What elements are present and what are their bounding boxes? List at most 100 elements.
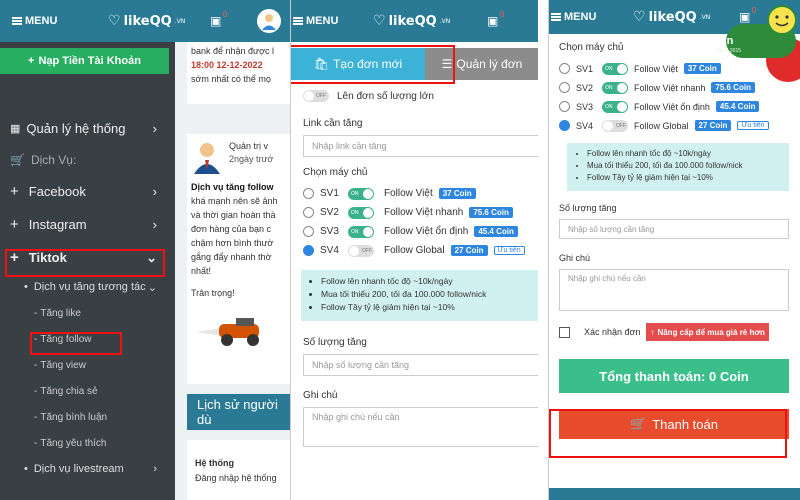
sidebar-subgroup-livestream[interactable]: • Dịch vụ livestream › bbox=[0, 456, 175, 482]
menu-button[interactable]: MENU bbox=[551, 11, 596, 23]
sidebar-subgroup-interaction[interactable]: • Dịch vụ tăng tương tác ⌄ bbox=[0, 274, 175, 300]
sidebar-sub-comment[interactable]: - Tăng bình luận bbox=[0, 404, 175, 430]
sub-label: Tăng view bbox=[40, 359, 86, 371]
notice-body: chậm hơn bình thườ bbox=[191, 238, 274, 248]
total-button[interactable]: Tổng thanh toán: 0 Coin bbox=[559, 359, 789, 393]
server-desc: Follow Việt ổn định bbox=[384, 226, 469, 237]
site-logo[interactable]: ♡ likeQQ .VN bbox=[633, 9, 710, 25]
radio-sv2[interactable] bbox=[303, 207, 314, 218]
wallet-icon[interactable]: ▣ 0 bbox=[487, 10, 504, 28]
info-item: Follow lên nhanh tốc độ ~10k/ngày bbox=[321, 276, 531, 286]
server-name: SV1 bbox=[320, 188, 339, 199]
avatar[interactable] bbox=[257, 9, 281, 33]
wallet-count: 0 bbox=[222, 10, 228, 19]
radio-sv4[interactable] bbox=[303, 245, 314, 256]
sidebar-item-facebook[interactable]: + Facebook › bbox=[0, 175, 175, 208]
list-icon: ☰ bbox=[441, 57, 453, 71]
server-desc: Follow Việt ổn định bbox=[634, 101, 710, 112]
radio-sv3[interactable] bbox=[559, 101, 570, 112]
toggle-text: OFF bbox=[616, 122, 626, 129]
radio-sv2[interactable] bbox=[559, 82, 570, 93]
server-toggle[interactable]: ON bbox=[602, 81, 628, 94]
server-row-sv3[interactable]: SV3 ON Follow Việt ổn định 45.4 Coin bbox=[303, 222, 538, 241]
note-label: Ghi chú bbox=[303, 390, 338, 401]
plus-icon: + bbox=[10, 216, 19, 233]
cart-icon: 🛒 bbox=[630, 416, 647, 431]
server-desc: Follow Việt nhanh bbox=[634, 82, 706, 93]
radio-sv1[interactable] bbox=[303, 188, 314, 199]
sidebar-sub-follow[interactable]: - Tăng follow bbox=[0, 326, 175, 352]
sidebar-item-tiktok[interactable]: + Tiktok ⌄ bbox=[0, 241, 175, 274]
history-col-header: Hệ thống bbox=[195, 458, 234, 468]
bullet-icon: • bbox=[24, 463, 28, 475]
server-name: SV2 bbox=[576, 82, 594, 93]
deposit-label: Nạp Tiền Tài Khoản bbox=[38, 55, 141, 67]
server-toggle[interactable]: ON bbox=[348, 187, 374, 200]
note-input[interactable]: Nhập ghi chú nếu cần bbox=[559, 269, 789, 311]
bulk-toggle[interactable]: OFF bbox=[303, 90, 329, 102]
server-name: SV2 bbox=[320, 207, 339, 218]
server-name: SV3 bbox=[320, 226, 339, 237]
server-row-sv3[interactable]: SV3 ON Follow Việt ổn định 45.4 Coin bbox=[559, 97, 789, 116]
menu-label: MENU bbox=[306, 15, 339, 27]
sidebar-item-instagram[interactable]: + Instagram › bbox=[0, 208, 175, 241]
server-toggle[interactable]: OFF bbox=[348, 244, 374, 257]
sidebar-sub-favorite[interactable]: - Tăng yêu thích bbox=[0, 430, 175, 456]
notice-date: 12-12-2022 bbox=[216, 60, 263, 70]
radio-sv4[interactable] bbox=[559, 120, 570, 131]
site-logo[interactable]: ♡ likeQQ .VN bbox=[373, 13, 450, 29]
server-toggle[interactable]: OFF bbox=[602, 119, 628, 132]
radio-sv1[interactable] bbox=[559, 63, 570, 74]
tab-label: Quản lý đơn bbox=[456, 57, 523, 71]
sidebar-sub-like[interactable]: - Tăng like bbox=[0, 300, 175, 326]
server-row-sv4[interactable]: SV4 OFF Follow Global 27 Coin Ưu tiên bbox=[303, 241, 538, 260]
menu-label: MENU bbox=[25, 15, 58, 27]
confirm-checkbox[interactable] bbox=[559, 326, 570, 338]
notice-card: Quản trị v 2ngày trướ Dịch vụ tăng follo… bbox=[187, 134, 290, 384]
toggle-text: ON bbox=[351, 190, 359, 197]
order-form: OFF Lên đơn số lượng lớn Link cần tăng N… bbox=[301, 90, 538, 447]
sidebar-sub-share[interactable]: - Tăng chia sẻ bbox=[0, 378, 175, 404]
wallet-icon[interactable]: ▣ 0 bbox=[210, 10, 227, 28]
server-desc: Follow Global bbox=[384, 245, 445, 256]
notice-area: bank để nhận được l 18:00 12-12-2022 sớm… bbox=[175, 42, 290, 500]
server-row-sv1[interactable]: SV1 ON Follow Việt 37 Coin bbox=[303, 184, 538, 203]
notice-author: Quản trị v bbox=[229, 141, 269, 151]
order-tabs: 🛍 Tạo đơn mới ☰ Quản lý đơn bbox=[291, 48, 538, 80]
toggle-text: ON bbox=[351, 209, 359, 216]
server-row-sv2[interactable]: SV2 ON Follow Việt nhanh 75.6 Coin bbox=[303, 203, 538, 222]
chevron-down-icon: ⌄ bbox=[147, 281, 157, 294]
upgrade-button[interactable]: ↑ Nâng cấp để mua giá rẻ hơn bbox=[646, 323, 769, 341]
pay-button[interactable]: 🛒 Thanh toán bbox=[559, 409, 789, 439]
server-toggle[interactable]: ON bbox=[348, 225, 374, 238]
site-logo[interactable]: ♡ likeQQ .VN bbox=[108, 13, 185, 29]
server-row-sv4[interactable]: SV4 OFF Follow Global 27 Coin Ưu tiên bbox=[559, 116, 789, 135]
link-input[interactable]: Nhập link cần tăng bbox=[303, 135, 538, 157]
server-toggle[interactable]: ON bbox=[602, 100, 628, 113]
tab-create-order[interactable]: 🛍 Tạo đơn mới bbox=[291, 48, 425, 80]
qty-input[interactable]: Nhập số lượng cần tăng bbox=[303, 354, 538, 376]
history-title: Lịch sử người dù bbox=[197, 397, 278, 427]
bulk-row: OFF Lên đơn số lượng lớn bbox=[303, 90, 538, 102]
menu-button[interactable]: MENU bbox=[293, 15, 338, 27]
radio-sv3[interactable] bbox=[303, 226, 314, 237]
sidebar-item-manage[interactable]: ▦ Quản lý hệ thống › bbox=[0, 112, 175, 145]
qty-input[interactable]: Nhập số lượng cần tăng bbox=[559, 219, 789, 239]
sidebar-sub-view[interactable]: - Tăng view bbox=[0, 352, 175, 378]
info-item: Follow Tây tỷ lệ giảm hiện tại ~10% bbox=[587, 173, 781, 182]
server-info-box: Follow lên nhanh tốc độ ~10k/ngày Mua tố… bbox=[301, 270, 538, 321]
logo-text: likeQQ bbox=[648, 9, 697, 25]
server-toggle[interactable]: ON bbox=[602, 62, 628, 75]
tab-manage-orders[interactable]: ☰ Quản lý đơn bbox=[425, 48, 538, 80]
deposit-button[interactable]: + Nạp Tiền Tài Khoản bbox=[0, 48, 169, 74]
server-toggle[interactable]: ON bbox=[348, 206, 374, 219]
server-price: 45.4 Coin bbox=[474, 226, 518, 237]
heart-icon: ♡ bbox=[373, 13, 386, 29]
toggle-text: ON bbox=[605, 65, 613, 72]
menu-button[interactable]: MENU bbox=[12, 15, 57, 27]
notice-time-ago: 2ngày trướ bbox=[229, 154, 274, 164]
note-input[interactable]: Nhập ghi chú nếu cần bbox=[303, 407, 538, 447]
server-info-box: Follow lên nhanh tốc độ ~10k/ngày Mua tố… bbox=[567, 143, 789, 191]
toggle-text: ON bbox=[605, 103, 613, 110]
top-bar: MENU ♡ likeQQ .VN ▣ 0 bbox=[0, 0, 290, 42]
